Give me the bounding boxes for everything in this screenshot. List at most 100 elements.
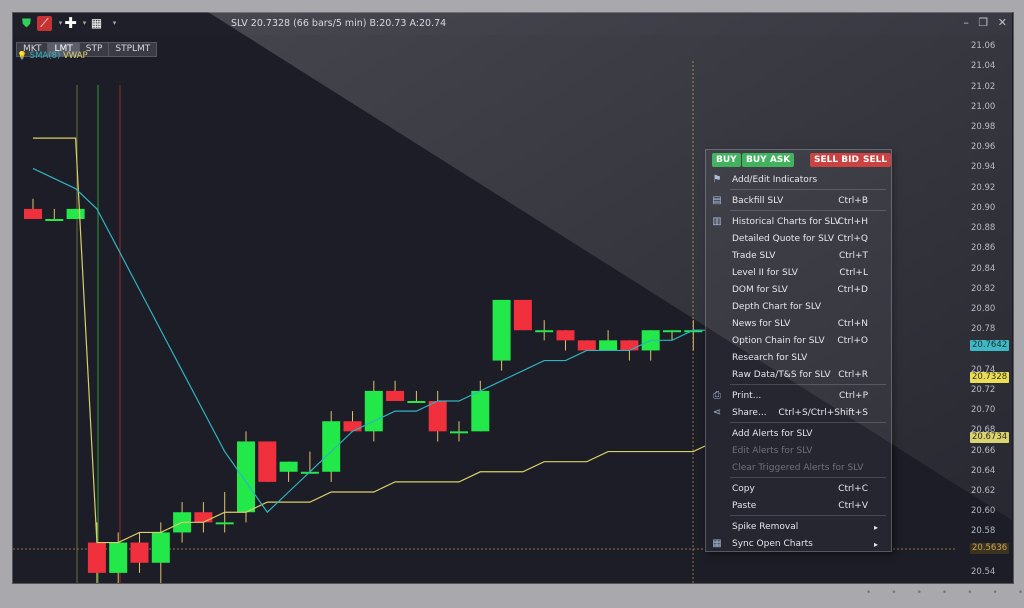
- chart-window: ⛊ ⟋ ▾ ✚ ▾ ▦ ▾ SLV 20.7328 (66 bars/5 min…: [12, 12, 1014, 584]
- candle-body: [66, 208, 85, 219]
- menu-item-shortcut: Ctrl+L: [839, 268, 868, 278]
- menu-item[interactable]: Copy Ctrl+C: [732, 482, 884, 497]
- menu-item[interactable]: Option Chain for SLV Ctrl+O: [732, 334, 884, 349]
- sell-bid-button[interactable]: SELL BID: [810, 153, 863, 167]
- crosshair-icon[interactable]: ✚: [63, 16, 78, 31]
- sell-button[interactable]: SELL: [859, 153, 892, 167]
- menu-item[interactable]: Spike Removal ▸: [732, 520, 884, 535]
- sma-label[interactable]: SMA(8): [30, 51, 61, 61]
- trade-buttons: BUY BUY ASK SELL BID SELL: [710, 153, 892, 168]
- candle-body: [556, 330, 575, 341]
- sma-line: [32, 167, 801, 514]
- menu-item[interactable]: Depth Chart for SLV: [732, 300, 884, 315]
- sync-icon: ▦: [712, 538, 722, 549]
- indicator-legend: 💡 SMA(8) VWAP: [17, 51, 88, 61]
- menu-item[interactable]: Sync Open Charts ▸: [732, 537, 884, 552]
- y-tick-label: 20.94: [971, 162, 996, 173]
- y-tick-label: 20.96: [971, 142, 996, 153]
- menu-item[interactable]: Print... Ctrl+P: [732, 389, 884, 404]
- dropdown-icon[interactable]: ▾: [107, 16, 122, 31]
- candle-body: [492, 299, 511, 361]
- menu-item[interactable]: Trade SLV Ctrl+T: [732, 249, 884, 264]
- y-tick-label: 21.06: [971, 41, 996, 52]
- candle-body: [151, 532, 170, 563]
- price-axis[interactable]: 21.06 21.04 21.02 21.00 20.98 20.96 20.94 20.92…: [957, 37, 1013, 583]
- menu-item-label: Detailed Quote for SLV: [732, 234, 834, 244]
- candle-body: [450, 431, 468, 434]
- vwap-label[interactable]: VWAP: [63, 51, 88, 61]
- y-tick-label: 20.66: [971, 445, 996, 456]
- menu-item[interactable]: Raw Data/T&S for SLV Ctrl+R: [732, 368, 884, 383]
- y-tick-label: 20.90: [971, 202, 996, 213]
- menu-item[interactable]: Detailed Quote for SLV Ctrl+Q: [732, 232, 884, 247]
- candle-body: [386, 390, 405, 401]
- menu-item[interactable]: Share... Ctrl+S/Ctrl+Shift+S: [732, 406, 884, 421]
- menu-item-label: Paste: [732, 501, 757, 511]
- candle-body: [258, 441, 277, 482]
- menu-item-shortcut: Ctrl+T: [838, 251, 868, 261]
- tab-stplmt[interactable]: STPLMT: [108, 42, 158, 57]
- minimize-icon[interactable]: –: [963, 16, 969, 29]
- menu-item-label: Share...: [732, 408, 767, 418]
- menu-item-label: DOM for SLV: [732, 285, 788, 295]
- menu-item-label: News for SLV: [732, 319, 791, 329]
- bulb-icon[interactable]: 💡: [17, 51, 27, 60]
- y-tick-label: 20.70: [971, 405, 996, 416]
- y-tick-label: 20.72: [971, 384, 996, 395]
- menu-item-label: Print...: [732, 391, 762, 401]
- candle-body: [343, 421, 362, 432]
- y-tick-label: 20.84: [971, 263, 996, 274]
- chart-style-icon[interactable]: ⟋: [37, 16, 52, 31]
- menu-item-label: Clear Triggered Alerts for SLV: [732, 463, 864, 473]
- candle-body: [24, 208, 42, 219]
- y-tick-label: 20.58: [971, 526, 996, 537]
- window-controls: – ❐ ✕: [957, 16, 1007, 29]
- menu-item-shortcut: Ctrl+B: [838, 196, 868, 206]
- chart-window-icon[interactable]: ▦: [89, 16, 104, 31]
- menu-item-shortcut: Ctrl+S/Ctrl+Shift+S: [778, 408, 868, 418]
- y-tick-label: 20.88: [971, 223, 996, 234]
- buy-button[interactable]: BUY: [712, 153, 741, 167]
- price-label: 20.7642: [970, 340, 1010, 352]
- menu-item-label: Level II for SLV: [732, 268, 798, 278]
- y-tick-label: 20.92: [971, 182, 996, 193]
- candle-body: [428, 401, 447, 432]
- menu-item-shortcut: Ctrl+P: [839, 391, 868, 401]
- y-tick-label: 20.98: [971, 122, 996, 132]
- candle-body: [109, 542, 128, 573]
- price-label: 20.7328: [970, 371, 1010, 383]
- restore-icon[interactable]: ❐: [978, 16, 988, 29]
- menu-item[interactable]: News for SLV Ctrl+N: [732, 317, 884, 332]
- menu-item[interactable]: Add Alerts for SLV: [732, 427, 884, 442]
- menu-item-shortcut: Ctrl+C: [838, 484, 868, 494]
- menu-item[interactable]: Backfill SLV Ctrl+B: [732, 194, 884, 209]
- candle-body: [535, 330, 554, 333]
- menu-separator: [730, 422, 886, 423]
- menu-item[interactable]: Paste Ctrl+V: [732, 499, 884, 514]
- y-tick-label: 20.62: [971, 486, 996, 496]
- candle-body: [513, 299, 532, 331]
- menu-item[interactable]: Historical Charts for SLV Ctrl+H: [732, 215, 884, 230]
- window-title: SLV 20.7328 (66 bars/5 min) B:20.73 A:20…: [231, 18, 447, 29]
- y-tick-label: 20.86: [971, 243, 996, 254]
- menu-item[interactable]: Level II for SLV Ctrl+L: [732, 266, 884, 281]
- price-label: 20.6734: [970, 432, 1010, 443]
- candle-body: [279, 461, 298, 472]
- menu-item-label: Spike Removal: [732, 522, 799, 532]
- menu-separator: [730, 515, 886, 516]
- y-tick-label: 20.64: [971, 465, 996, 476]
- candle-body: [45, 219, 64, 221]
- vwap-line: [33, 137, 800, 544]
- menu-item[interactable]: DOM for SLV Ctrl+D: [732, 283, 884, 298]
- candle-body: [194, 512, 213, 523]
- menu-item-label: Edit Alerts for SLV: [732, 446, 813, 456]
- close-icon[interactable]: ✕: [998, 16, 1007, 29]
- menu-item[interactable]: Add/Edit Indicators: [732, 173, 884, 188]
- shield-icon[interactable]: ⛊: [19, 16, 34, 31]
- menu-item-label: Sync Open Charts: [732, 539, 813, 549]
- buy-ask-button[interactable]: BUY ASK: [742, 153, 795, 167]
- menu-item[interactable]: Research for SLV: [732, 351, 884, 366]
- menu-item-shortcut: Ctrl+O: [837, 336, 868, 346]
- menu-item-label: Research for SLV: [732, 353, 808, 363]
- menu-item-shortcut: Ctrl+R: [838, 370, 868, 380]
